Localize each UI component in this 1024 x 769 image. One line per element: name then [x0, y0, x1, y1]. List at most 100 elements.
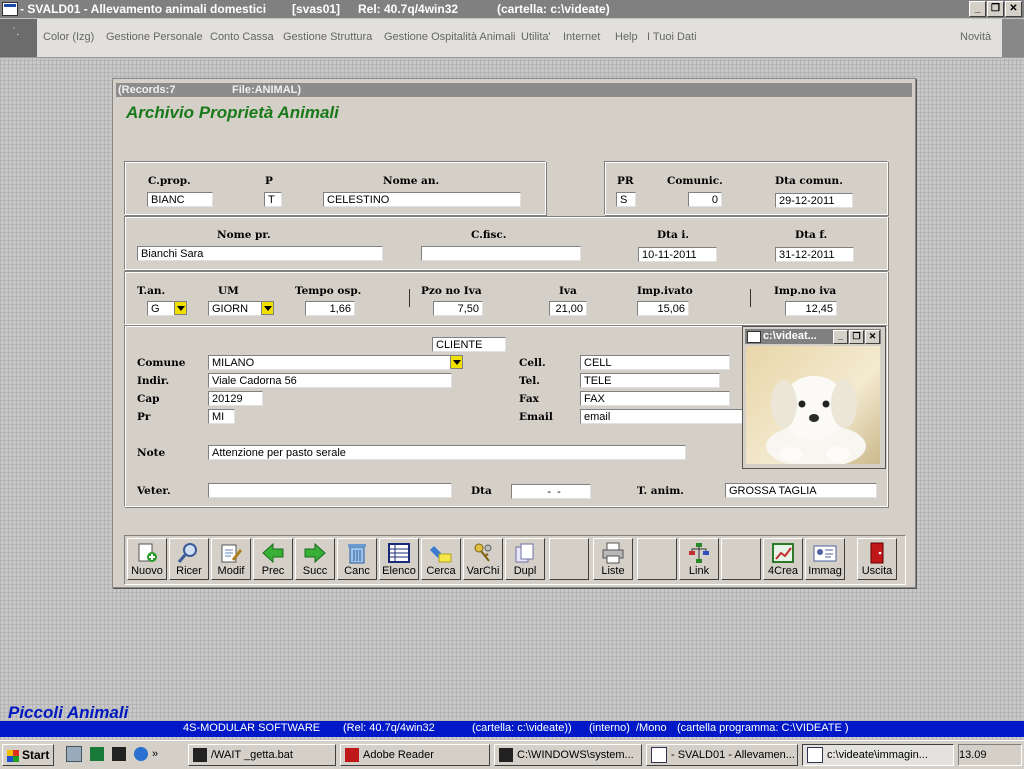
blank-button-1[interactable] — [549, 538, 589, 580]
iva-field[interactable]: 21,00 — [549, 301, 587, 316]
menu-gestione-struttura[interactable]: Gestione Struttura — [283, 31, 372, 43]
records-bar: (Records:7 File:ANIMAL) — [116, 83, 912, 97]
arrow-right-icon — [304, 542, 326, 564]
windows-logo-icon — [7, 749, 19, 762]
pzo-no-iva-field[interactable]: 7,50 — [433, 301, 483, 316]
window-title-bar[interactable]: - SVALD01 - Allevamento animali domestic… — [0, 0, 1024, 18]
menu-gestione-ospitalita[interactable]: Gestione Ospitalità Animali — [384, 31, 515, 43]
blank-button-2[interactable] — [637, 538, 677, 580]
image-window-icon — [747, 331, 761, 343]
menu-help[interactable]: Help — [615, 31, 638, 43]
tan-field[interactable]: G — [147, 301, 175, 316]
um-field[interactable]: GIORN — [208, 301, 262, 316]
control-menu-icon[interactable]: ˙. — [0, 19, 37, 57]
4crea-button[interactable]: 4Crea — [763, 538, 803, 580]
cerca-button[interactable]: Cerca — [421, 538, 461, 580]
comunic-field[interactable]: 0 — [688, 192, 722, 207]
cprop-field[interactable]: BIANC — [147, 192, 213, 207]
blank-button-3[interactable] — [721, 538, 761, 580]
arrow-left-icon — [262, 542, 284, 564]
indir-field[interactable]: Viale Cadorna 56 — [208, 373, 452, 388]
tan-dropdown-arrow-icon[interactable] — [174, 301, 187, 315]
nuovo-button[interactable]: Nuovo — [127, 538, 167, 580]
ricer-button[interactable]: Ricer — [169, 538, 209, 580]
cmd-icon-2 — [499, 748, 513, 763]
dta-i-field[interactable]: 10-11-2011 — [638, 247, 717, 262]
immag-button[interactable]: Immag — [805, 538, 845, 580]
menu-color[interactable]: Color (Izg) — [43, 31, 94, 43]
image-preview-window[interactable]: c:\videat... _ ❐ ✕ — [742, 326, 886, 469]
task-videate-immagini[interactable]: c:\videate\immagin... — [802, 744, 954, 766]
minimize-button[interactable]: _ — [969, 1, 986, 17]
restore-button[interactable]: ❐ — [987, 1, 1004, 17]
task-windows-system[interactable]: C:\WINDOWS\system... — [494, 744, 642, 766]
elenco-button[interactable]: Elenco — [379, 538, 419, 580]
menu-gestione-personale[interactable]: Gestione Personale — [106, 31, 203, 43]
menu-internet[interactable]: Internet — [563, 31, 600, 43]
comune-dropdown-arrow-icon[interactable] — [450, 355, 463, 369]
link-button[interactable]: Link — [679, 538, 719, 580]
status-program-folder: (cartella programma: C:\VIDEATE ) — [677, 722, 849, 734]
note-field[interactable]: Attenzione per pasto serale — [208, 445, 686, 460]
varchi-button[interactable]: VarChi — [463, 538, 503, 580]
panel-owner — [124, 216, 888, 270]
highlighter-icon — [430, 546, 452, 563]
quicklaunch-browser-icon[interactable] — [134, 747, 148, 762]
app-window-small-icon-2 — [807, 747, 823, 764]
menu-conto-cassa[interactable]: Conto Cassa — [210, 31, 274, 43]
imp-ivato-field[interactable]: 15,06 — [637, 301, 689, 316]
liste-button[interactable]: Liste — [593, 538, 633, 580]
veter-field[interactable] — [208, 483, 452, 498]
nome-pr-field[interactable]: Bianchi Sara — [137, 246, 383, 261]
label-imp-ivato: Imp.ivato — [637, 285, 693, 297]
fax-field[interactable]: FAX — [580, 391, 730, 406]
um-dropdown-arrow-icon[interactable] — [261, 301, 274, 315]
quicklaunch-excel-icon[interactable] — [90, 747, 104, 762]
app-window-icon[interactable] — [2, 2, 18, 16]
close-button[interactable]: ✕ — [1005, 1, 1022, 17]
dupl-button[interactable]: Dupl — [505, 538, 545, 580]
nome-an-field[interactable]: CELESTINO — [323, 192, 521, 207]
dta-field[interactable]: - - — [511, 484, 591, 499]
list-table-icon — [388, 543, 410, 563]
puppy-photo — [746, 346, 880, 464]
taskbar: Start » /WAIT _getta.bat Adobe Reader C:… — [0, 740, 1024, 769]
canc-button[interactable]: Canc — [337, 538, 377, 580]
prec-button[interactable]: Prec — [253, 538, 293, 580]
provincia-field[interactable]: MI — [208, 409, 235, 424]
cfisc-field[interactable] — [421, 246, 581, 261]
dta-comun-field[interactable]: 29-12-2011 — [775, 193, 853, 208]
cap-field[interactable]: 20129 — [208, 391, 263, 406]
window-title: - SVALD01 - Allevamento animali domestic… — [20, 2, 267, 16]
p-field[interactable]: T — [264, 192, 282, 207]
image-window-title-bar[interactable]: c:\videat... _ ❐ ✕ — [745, 329, 881, 344]
t-anim-field[interactable]: GROSSA TAGLIA — [725, 483, 877, 498]
cell-field[interactable]: CELL — [580, 355, 730, 370]
menu-tuoi-dati[interactable]: I Tuoi Dati — [647, 31, 697, 43]
tel-field[interactable]: TELE — [580, 373, 720, 388]
quicklaunch-explorer-icon[interactable] — [66, 746, 82, 763]
email-field[interactable]: email — [580, 409, 745, 424]
pr-field[interactable]: S — [616, 192, 636, 207]
comune-field[interactable]: MILANO — [208, 355, 452, 370]
label-tel: Tel. — [519, 375, 540, 387]
quicklaunch-cmd-icon[interactable] — [112, 747, 126, 762]
cliente-field[interactable]: CLIENTE — [432, 337, 506, 352]
imp-no-iva-field[interactable]: 12,45 — [785, 301, 837, 316]
start-button[interactable]: Start — [2, 744, 54, 766]
uscita-button[interactable]: Uscita — [857, 538, 897, 580]
modif-button[interactable]: Modif — [211, 538, 251, 580]
task-wait-getta[interactable]: /WAIT _getta.bat — [188, 744, 336, 766]
task-adobe-reader[interactable]: Adobe Reader — [340, 744, 490, 766]
image-maximize-button[interactable]: ❐ — [849, 330, 864, 344]
quicklaunch-more-icon[interactable]: » — [152, 748, 158, 760]
menu-novita[interactable]: Novità — [960, 31, 991, 43]
tempo-osp-field[interactable]: 1,66 — [305, 301, 355, 316]
dta-f-field[interactable]: 31-12-2011 — [775, 247, 854, 262]
image-minimize-button[interactable]: _ — [833, 330, 848, 344]
task-svald01[interactable]: - SVALD01 - Allevamen... — [646, 744, 798, 766]
clock[interactable]: 13.09 — [959, 749, 987, 761]
image-close-button[interactable]: ✕ — [865, 330, 880, 344]
succ-button[interactable]: Succ — [295, 538, 335, 580]
menu-utilita[interactable]: Utilita' — [521, 31, 551, 43]
